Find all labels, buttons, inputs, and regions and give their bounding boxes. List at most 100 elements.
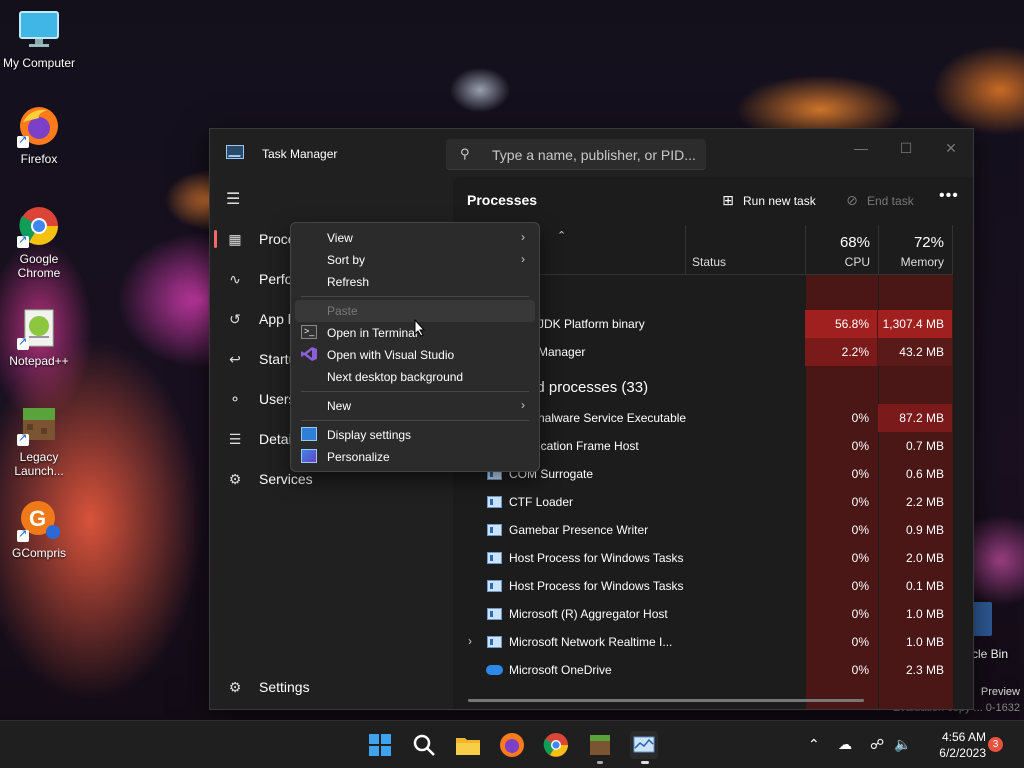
search-icon: ⚲ bbox=[460, 146, 470, 161]
menu-item-next-background[interactable]: Next desktop background bbox=[295, 366, 535, 388]
menu-item-sort-by[interactable]: Sort by › bbox=[295, 249, 535, 271]
onedrive-cloud-icon bbox=[486, 665, 503, 675]
desktop-icon-notepadpp[interactable]: Notepad++ bbox=[1, 306, 77, 368]
onedrive-offline-icon[interactable]: ☁ bbox=[838, 736, 852, 753]
desktop-icon-my-computer[interactable]: My Computer bbox=[1, 8, 77, 70]
process-cpu: 0% bbox=[851, 663, 869, 677]
display-settings-icon bbox=[301, 427, 317, 441]
expand-chevron-icon[interactable]: › bbox=[468, 634, 472, 648]
desktop-icon-label: GCompris bbox=[11, 546, 66, 560]
menu-item-label: Display settings bbox=[327, 428, 412, 442]
table-row[interactable]: Gamebar Presence Writer 0% 0.9 MB bbox=[452, 516, 952, 544]
visual-studio-icon bbox=[301, 347, 317, 361]
search-input[interactable] bbox=[492, 145, 697, 165]
task-manager-app-icon bbox=[226, 145, 244, 159]
minimize-button[interactable]: — bbox=[838, 133, 884, 163]
menu-item-view[interactable]: View › bbox=[295, 227, 535, 249]
menu-item-label: View bbox=[327, 231, 353, 245]
desktop-icon-label: Firefox bbox=[20, 152, 58, 166]
table-row[interactable]: › Microsoft Network Realtime I... 0% 1.0… bbox=[452, 628, 952, 656]
process-memory: 0.1 MB bbox=[905, 579, 944, 593]
submenu-arrow-icon: › bbox=[521, 252, 525, 266]
desktop-icon-firefox[interactable]: Firefox bbox=[1, 104, 77, 166]
hamburger-menu-icon[interactable]: ☰ bbox=[226, 189, 240, 209]
recycle-bin-label: cle Bin bbox=[972, 647, 1009, 661]
sidebar-item-label: Settings bbox=[259, 679, 310, 695]
menu-separator bbox=[301, 391, 529, 392]
monitor-icon bbox=[17, 8, 61, 52]
menu-item-label: Paste bbox=[327, 304, 358, 318]
start-icon[interactable] bbox=[366, 731, 394, 759]
menu-item-label: Refresh bbox=[327, 275, 370, 289]
show-hidden-icons-chevron-icon[interactable]: ⌃ bbox=[808, 736, 820, 753]
desktop-context-menu: View › Sort by › Refresh Paste >_ Open i… bbox=[290, 222, 540, 472]
process-app-icon bbox=[487, 552, 502, 564]
title-bar[interactable]: Task Manager ⚲ — ☐ ✕ bbox=[210, 129, 973, 177]
table-row[interactable]: Host Process for Windows Tasks 0% 0.1 MB bbox=[452, 572, 952, 600]
horizontal-scrollbar[interactable] bbox=[468, 699, 864, 702]
process-app-icon bbox=[487, 524, 502, 536]
volume-icon[interactable]: 🔈 bbox=[894, 736, 911, 753]
search-box[interactable]: ⚲ bbox=[446, 139, 706, 170]
window-title: Task Manager bbox=[262, 147, 338, 161]
table-row[interactable]: Microsoft (R) Aggregator Host 0% 1.0 MB bbox=[452, 600, 952, 628]
personalize-icon bbox=[301, 449, 317, 463]
maximize-button[interactable]: ☐ bbox=[883, 133, 929, 163]
menu-item-label: Open in Terminal bbox=[327, 326, 418, 340]
desktop-icon-label: Legacy Launch... bbox=[14, 450, 64, 478]
process-name: Microsoft Network Realtime I... bbox=[509, 635, 673, 649]
shortcut-arrow-icon bbox=[17, 335, 29, 350]
notepadpp-icon bbox=[17, 306, 61, 350]
shortcut-arrow-icon bbox=[17, 233, 29, 248]
desktop-icon-chrome[interactable]: Google Chrome bbox=[1, 204, 77, 280]
process-name: CTF Loader bbox=[509, 495, 574, 509]
watermark-line1: Preview bbox=[980, 686, 1020, 698]
process-cpu: 2.2% bbox=[805, 338, 877, 366]
services-gear-icon: ⚙ bbox=[228, 471, 242, 487]
menu-item-new[interactable]: New › bbox=[295, 395, 535, 417]
task-manager-icon[interactable] bbox=[630, 731, 658, 759]
firefox-icon[interactable] bbox=[498, 731, 526, 759]
file-explorer-icon[interactable] bbox=[454, 731, 482, 759]
processes-grid-icon: ▦ bbox=[228, 231, 242, 247]
table-row[interactable]: CTF Loader 0% 2.2 MB bbox=[452, 488, 952, 516]
svg-text:G: G bbox=[29, 506, 46, 531]
menu-item-label: New bbox=[327, 399, 352, 413]
process-name: Microsoft (R) Aggregator Host bbox=[509, 607, 668, 621]
process-app-icon bbox=[487, 636, 502, 648]
desktop-icon-label: Notepad++ bbox=[9, 354, 69, 368]
table-row[interactable]: Host Process for Windows Tasks 0% 2.0 MB bbox=[452, 544, 952, 572]
search-icon[interactable] bbox=[410, 731, 438, 759]
desktop-icon-legacy-launcher[interactable]: Legacy Launch... bbox=[1, 402, 77, 478]
menu-item-open-visual-studio[interactable]: Open with Visual Studio bbox=[295, 344, 535, 366]
process-memory: 2.3 MB bbox=[905, 663, 944, 677]
network-icon[interactable]: ☍ bbox=[870, 736, 884, 753]
shortcut-arrow-icon bbox=[17, 527, 29, 542]
clock-date: 6/2/2023 bbox=[939, 746, 986, 760]
process-memory: 1.0 MB bbox=[905, 635, 944, 649]
background-processes-group[interactable]: nd processes (33) bbox=[528, 379, 648, 396]
terminal-icon: >_ bbox=[301, 325, 317, 339]
performance-icon: ∿ bbox=[229, 271, 241, 287]
menu-item-refresh[interactable]: Refresh bbox=[295, 271, 535, 293]
chrome-icon[interactable] bbox=[542, 731, 570, 759]
process-memory: 87.2 MB bbox=[878, 404, 952, 432]
sidebar-item-label: Perfo bbox=[259, 271, 293, 287]
process-memory: 43.2 MB bbox=[878, 338, 952, 366]
table-row[interactable]: Microsoft OneDrive 0% 2.3 MB bbox=[452, 656, 952, 684]
menu-item-display-settings[interactable]: Display settings bbox=[295, 424, 535, 446]
sidebar-item-label: Detai bbox=[259, 431, 292, 447]
minecraft-icon[interactable] bbox=[586, 731, 614, 759]
desktop-icon-gcompris[interactable]: G GCompris bbox=[1, 498, 77, 560]
process-cpu: 0% bbox=[851, 495, 869, 509]
sidebar-item-settings[interactable]: ⚙ Settings bbox=[214, 669, 446, 705]
close-button[interactable]: ✕ bbox=[928, 133, 974, 163]
notification-badge[interactable]: 3 bbox=[988, 737, 1003, 752]
chrome-icon bbox=[17, 204, 61, 248]
clock[interactable]: 4:56 AM 6/2/2023 bbox=[916, 729, 986, 761]
process-name: Gamebar Presence Writer bbox=[509, 523, 649, 537]
process-name: Manager bbox=[538, 345, 586, 359]
process-cpu: 0% bbox=[851, 551, 869, 565]
submenu-arrow-icon: › bbox=[521, 230, 525, 244]
menu-item-personalize[interactable]: Personalize bbox=[295, 446, 535, 468]
